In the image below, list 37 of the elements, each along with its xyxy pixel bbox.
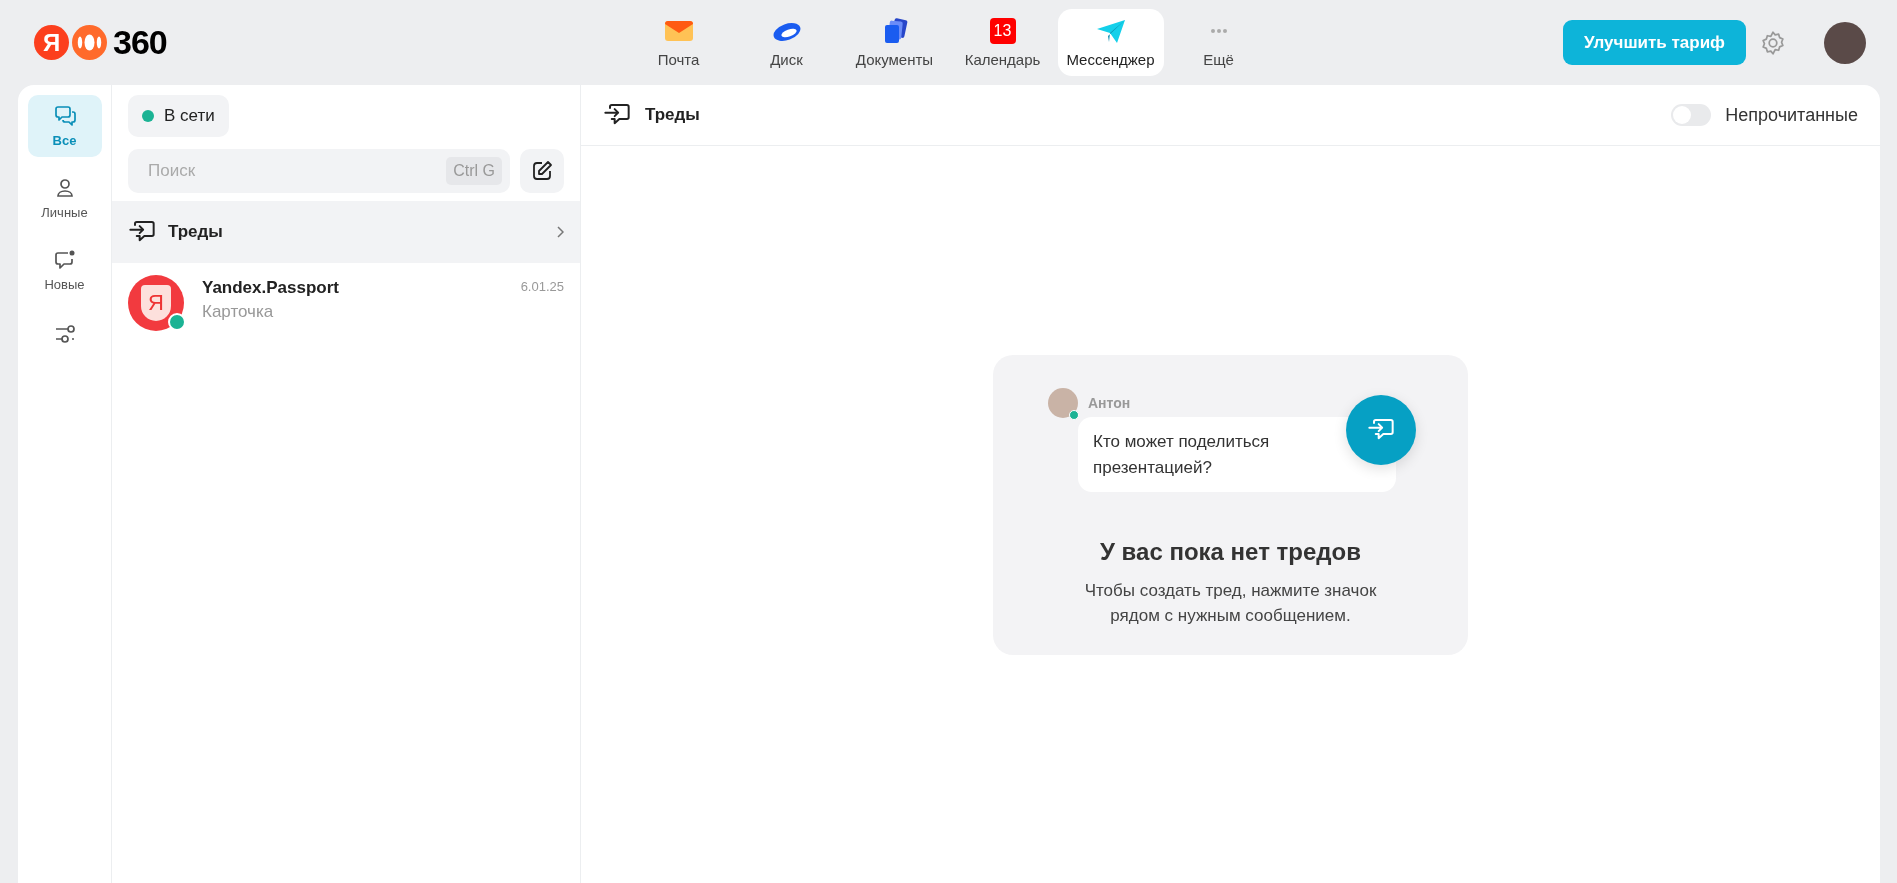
app-tab[interactable]: Почта	[625, 9, 732, 76]
shortcut-hint: Ctrl G	[446, 157, 502, 185]
threads-row[interactable]: Треды	[112, 201, 580, 263]
app-tab[interactable]: Ещё	[1165, 9, 1272, 76]
threads-icon	[1367, 417, 1395, 442]
toggle-label: Непрочитанные	[1725, 104, 1858, 126]
logo-mark[interactable]: Я	[34, 25, 69, 60]
compose-button[interactable]	[520, 149, 564, 193]
more-icon	[1210, 28, 1227, 33]
chat-name: Yandex.Passport	[202, 278, 340, 298]
status-pill[interactable]: В сети	[128, 95, 229, 137]
logo-icon[interactable]	[72, 25, 107, 60]
logo-text[interactable]: 360	[113, 23, 167, 62]
folder-tab[interactable]: Новые	[27, 239, 102, 301]
edit-icon	[531, 160, 553, 182]
chat-preview: Карточка	[202, 302, 275, 322]
threads-icon	[603, 103, 631, 127]
user-avatar[interactable]	[1824, 21, 1866, 64]
status-label: В сети	[164, 106, 215, 126]
empty-description: Чтобы создать тред, нажмите значок рядом с нужным сообщением.	[1083, 579, 1378, 627]
chat-item[interactable]: Я Yandex.Passport Карточка 6.01.25	[112, 263, 580, 343]
calendar-icon: 13	[989, 17, 1016, 44]
sender-name: Антон	[1088, 394, 1131, 411]
chat-date: 6.01.25	[520, 278, 564, 294]
chat-bubbles-icon	[53, 104, 76, 127]
chevron-right-icon	[556, 225, 564, 239]
folder-tab[interactable]: Личные	[27, 167, 102, 229]
app-tab[interactable]: Мессенджер	[1057, 9, 1164, 76]
app-tab[interactable]: Документы	[841, 9, 948, 76]
app-tab[interactable]: Диск	[733, 9, 840, 76]
app-tab[interactable]: 13 Календарь	[949, 9, 1056, 76]
panel-title: Треды	[645, 105, 701, 125]
threads-icon	[128, 220, 156, 244]
chat-dot-icon	[53, 248, 76, 271]
sender-avatar	[1048, 387, 1078, 418]
empty-title: У вас пока нет тредов	[1100, 537, 1361, 566]
chat-avatar: Я	[128, 275, 184, 331]
